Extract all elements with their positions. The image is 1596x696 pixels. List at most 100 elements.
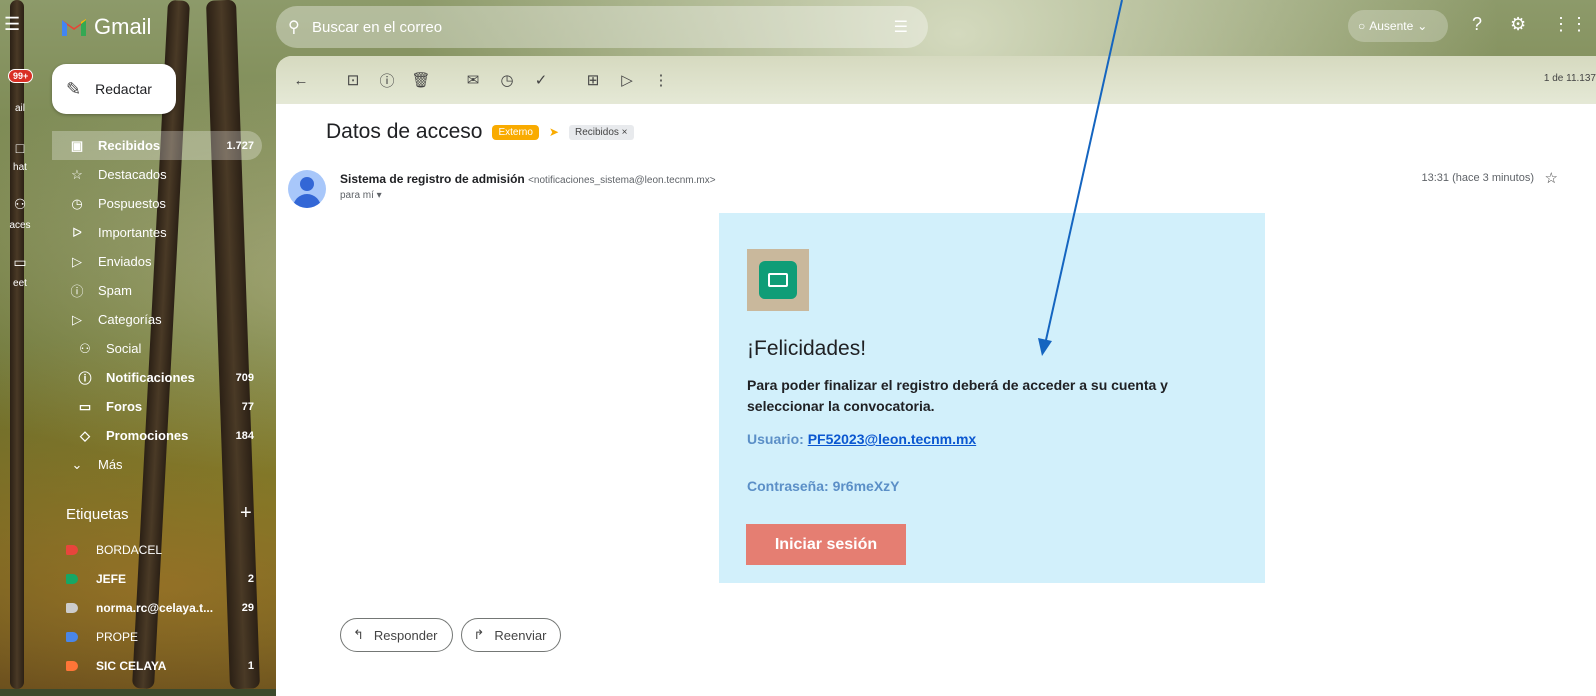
username-link[interactable]: PF52023@leon.tecnm.mx bbox=[808, 431, 977, 447]
forum-icon: ▭ bbox=[78, 398, 92, 414]
compose-label: Redactar bbox=[95, 81, 152, 97]
label-tag-icon bbox=[66, 632, 78, 642]
forward-label: Reenviar bbox=[494, 627, 547, 643]
sidebar-item-label: Notificaciones bbox=[106, 370, 195, 385]
status-selector[interactable]: ○ Ausente ⌄ bbox=[1348, 10, 1448, 42]
forward-button[interactable]: ↱ Reenviar bbox=[460, 618, 562, 652]
reply-label: Responder bbox=[373, 627, 438, 643]
sidebar-item-forums[interactable]: ▭ Foros 77 bbox=[52, 392, 262, 421]
forward-icon: ↱ bbox=[473, 627, 485, 642]
recipient-details[interactable]: para mí ▾ bbox=[340, 190, 382, 201]
sidebar-item-snoozed[interactable]: ◷ Pospuestos bbox=[52, 189, 262, 218]
password-line: Contraseña: 9r6meXzY bbox=[747, 478, 900, 494]
label-item[interactable]: norma.rc@celaya.t... 29 bbox=[66, 595, 262, 621]
meet-icon[interactable]: ▭ bbox=[0, 254, 40, 271]
sidebar-item-label: Categorías bbox=[98, 312, 162, 327]
more-options-icon[interactable]: ⋮ bbox=[644, 71, 678, 89]
envelope-icon bbox=[768, 273, 788, 287]
pencil-icon: ✎ bbox=[66, 78, 82, 99]
reply-actions: ↰ Responder ↱ Reenviar bbox=[340, 618, 562, 652]
sidebar-item-spam[interactable]: ⓘ Spam bbox=[52, 276, 262, 305]
spam-icon: ⓘ bbox=[70, 284, 84, 299]
login-button[interactable]: Iniciar sesión bbox=[746, 524, 906, 565]
sidebar-item-label: Foros bbox=[106, 399, 143, 414]
sidebar-item-sent[interactable]: ▷ Enviados bbox=[52, 247, 262, 276]
email-heading: ¡Felicidades! bbox=[747, 337, 867, 360]
spaces-icon[interactable]: ⚇ bbox=[0, 196, 40, 213]
search-input[interactable]: Buscar en el correo bbox=[312, 19, 894, 36]
external-badge: Externo bbox=[492, 124, 539, 140]
label-item[interactable]: SIC CELAYA 1 bbox=[66, 653, 262, 679]
archive-icon[interactable]: ⊡ bbox=[336, 71, 370, 89]
menu-icon[interactable]: ☰ bbox=[4, 14, 20, 35]
sidebar-item-updates[interactable]: ⓘ Notificaciones 709 bbox=[52, 363, 262, 392]
important-icon: ᐅ bbox=[72, 224, 82, 240]
label-item[interactable]: BORDACEL bbox=[66, 537, 262, 563]
gmail-m-icon bbox=[62, 19, 86, 36]
info-icon: ⓘ bbox=[78, 371, 92, 386]
labels-heading: Etiquetas bbox=[66, 506, 129, 523]
sidebar-item-label: Más bbox=[98, 457, 123, 472]
unread-count: 184 bbox=[235, 429, 254, 442]
back-arrow-icon[interactable]: ← bbox=[284, 72, 318, 89]
sidebar-item-social[interactable]: ⚇ Social bbox=[52, 334, 262, 363]
email-message: Para poder finalizar el registro deberá … bbox=[747, 377, 1168, 414]
move-to-icon[interactable]: ⊞ bbox=[576, 71, 610, 89]
tag-icon: ◇ bbox=[80, 427, 90, 443]
reply-icon: ↰ bbox=[353, 627, 364, 642]
sidebar-item-inbox[interactable]: ▣ Recibidos 1.727 bbox=[52, 131, 262, 160]
sidebar-item-label: Spam bbox=[98, 283, 132, 298]
mark-unread-icon[interactable]: ✉︎ bbox=[456, 71, 490, 89]
label-item[interactable]: PROPE bbox=[66, 624, 262, 650]
rail-item-spaces[interactable]: aces bbox=[0, 220, 40, 231]
label-tag-icon bbox=[66, 661, 78, 671]
sidebar-item-label: Recibidos bbox=[98, 138, 161, 153]
sidebar-item-starred[interactable]: ☆ Destacados bbox=[52, 160, 262, 189]
label-chip[interactable]: Recibidos × bbox=[568, 124, 634, 140]
search-icon[interactable]: ⚲ bbox=[288, 17, 306, 37]
chat-icon[interactable]: □ bbox=[0, 140, 40, 156]
username-label: Usuario: bbox=[747, 431, 808, 447]
star-icon: ☆ bbox=[71, 166, 83, 182]
chevron-down-icon: ⌄ bbox=[1417, 19, 1428, 33]
pagination-text: 1 de 11.137 bbox=[1543, 73, 1596, 84]
gmail-logo[interactable]: Gmail bbox=[60, 14, 151, 40]
label-name: JEFE bbox=[96, 572, 127, 586]
unread-badge: 99+ bbox=[8, 69, 34, 83]
trash-icon[interactable]: 🗑︎ bbox=[404, 71, 438, 89]
rail-item-chat[interactable]: hat bbox=[0, 162, 40, 173]
sidebar-item-categories[interactable]: ▷ Categorías bbox=[52, 305, 262, 334]
report-spam-icon[interactable]: ⓘ bbox=[370, 70, 404, 91]
sidebar-item-label: Enviados bbox=[98, 254, 152, 269]
people-icon: ⚇ bbox=[79, 340, 91, 356]
label-icon[interactable]: ▷ bbox=[610, 71, 644, 89]
compose-button[interactable]: ✎ Redactar bbox=[52, 64, 176, 114]
search-options-icon[interactable]: ☰ bbox=[894, 17, 908, 37]
message-toolbar: ← ⊡ ⓘ 🗑︎ ✉︎ ◷ ✓ ⊞ ▷ ⋮ 1 de 11.137 bbox=[276, 56, 1596, 104]
sidebar-item-more[interactable]: ⌄ Más bbox=[52, 450, 262, 479]
snooze-icon[interactable]: ◷ bbox=[490, 71, 524, 89]
unread-count: 2 bbox=[247, 573, 254, 585]
apps-grid-icon[interactable]: ⋮⋮ bbox=[1552, 14, 1588, 35]
label-name: BORDACEL bbox=[96, 543, 163, 557]
sidebar-item-important[interactable]: ᐅ Importantes bbox=[52, 218, 262, 247]
label-tag-icon bbox=[66, 574, 78, 584]
label-name: norma.rc@celaya.t... bbox=[96, 601, 214, 615]
status-label: Ausente bbox=[1369, 19, 1414, 33]
reply-button[interactable]: ↰ Responder bbox=[340, 618, 453, 652]
help-icon[interactable]: ? bbox=[1472, 14, 1482, 35]
star-icon[interactable]: ☆ bbox=[1545, 169, 1558, 187]
message-timestamp: 13:31 (hace 3 minutos) bbox=[1421, 172, 1534, 184]
add-label-icon[interactable]: + bbox=[240, 502, 252, 525]
sidebar-item-promotions[interactable]: ◇ Promociones 184 bbox=[52, 421, 262, 450]
add-task-icon[interactable]: ✓ bbox=[524, 71, 558, 89]
rail-item-meet[interactable]: eet bbox=[0, 278, 40, 289]
label-item[interactable]: JEFE 2 bbox=[66, 566, 262, 592]
important-marker-icon[interactable]: ➤ bbox=[549, 125, 559, 139]
sidebar-item-label: Social bbox=[106, 341, 142, 356]
search-bar[interactable]: ⚲ Buscar en el correo ☰ bbox=[276, 6, 928, 48]
label-name: PROPE bbox=[96, 630, 139, 644]
left-rail: ☰ 99+ ail □ hat ⚇ aces ▭ eet bbox=[0, 0, 40, 689]
rail-item-mail[interactable]: ail bbox=[0, 103, 40, 114]
gear-icon[interactable]: ⚙ bbox=[1510, 14, 1526, 35]
